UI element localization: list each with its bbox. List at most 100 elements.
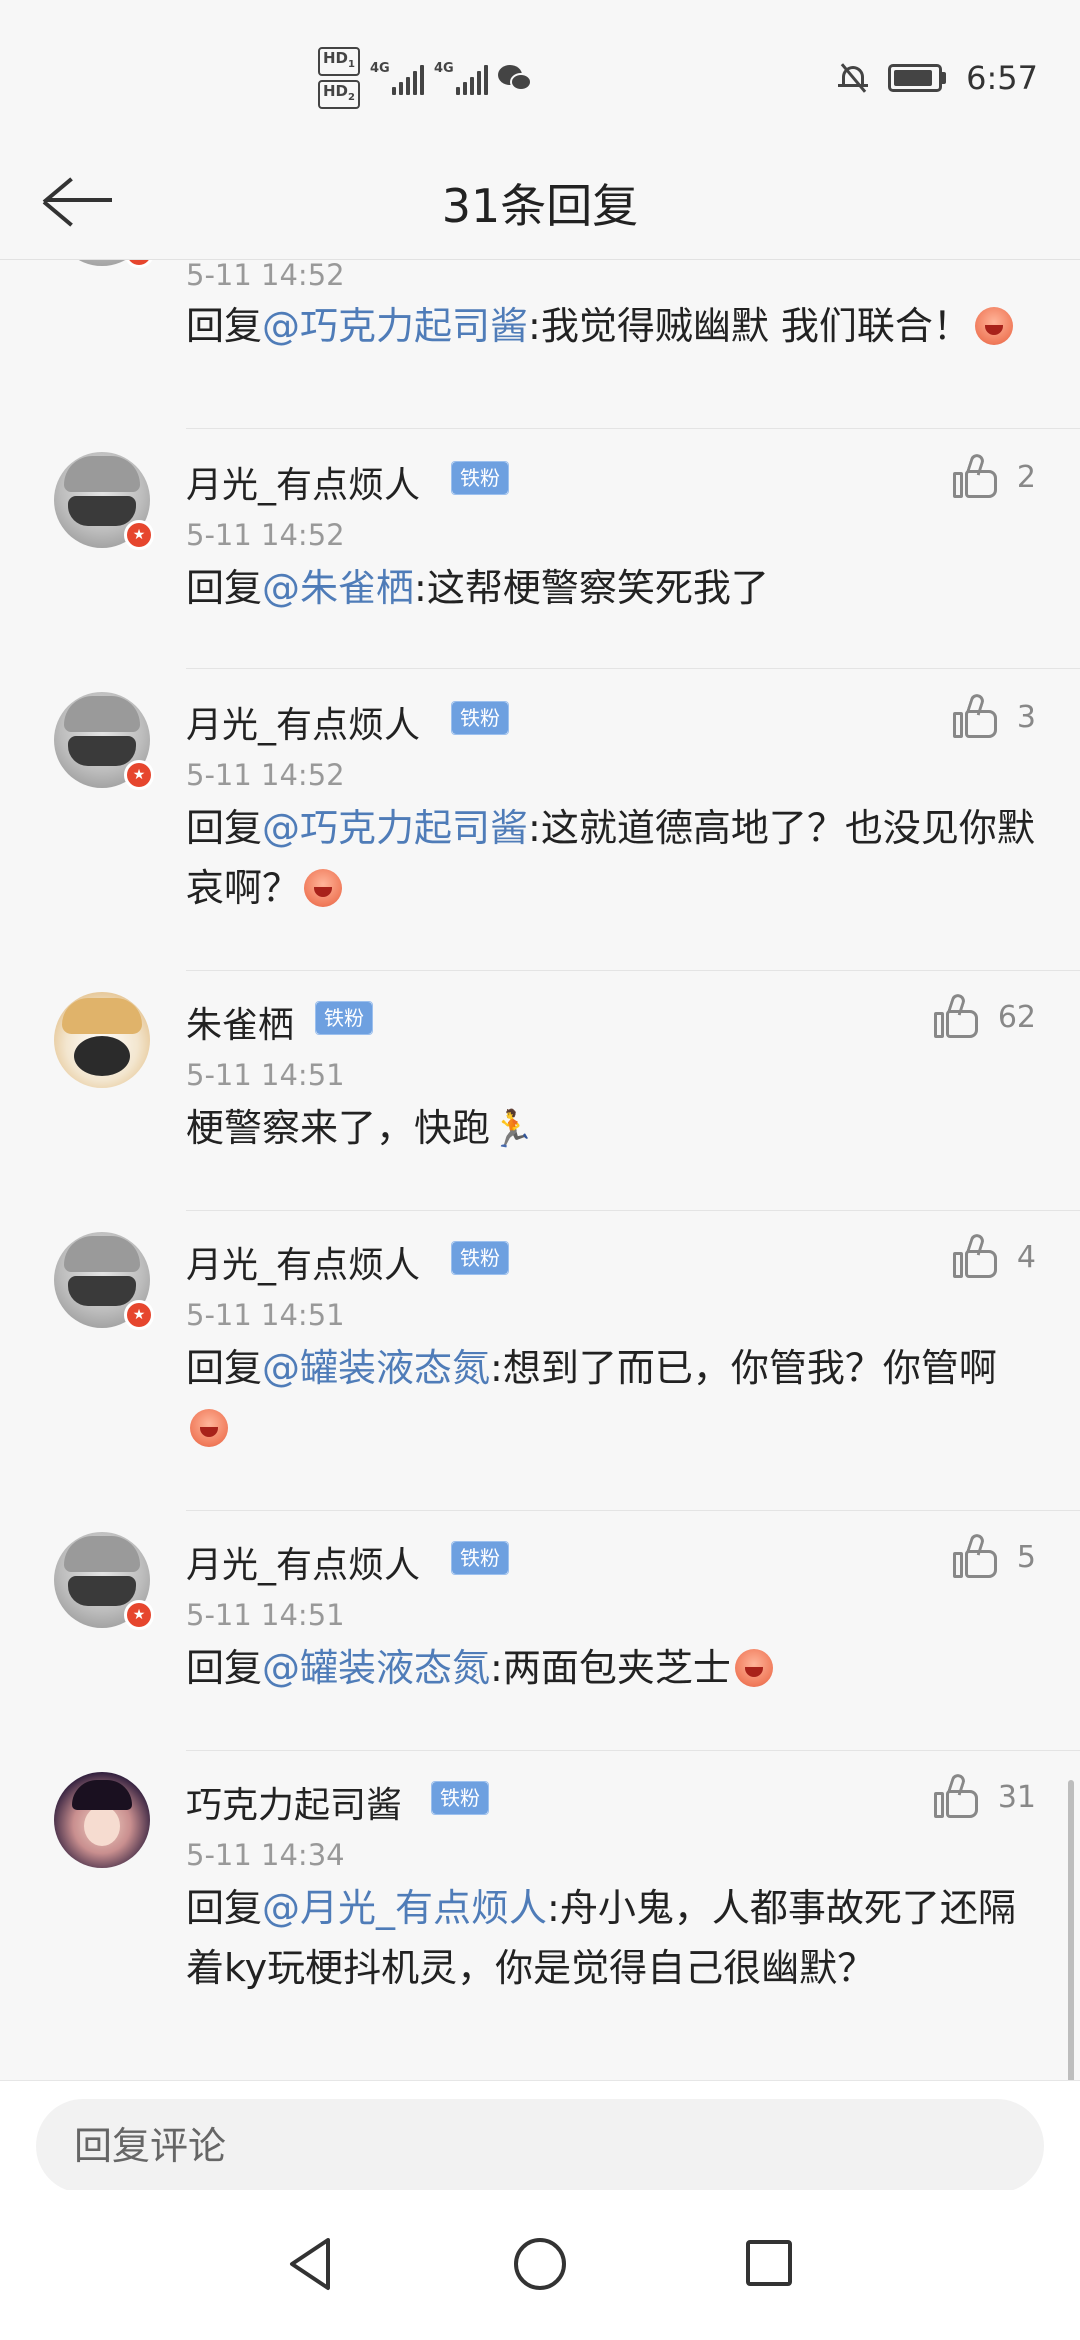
emoji-icon	[974, 307, 1013, 345]
username[interactable]: 月光_有点烦人	[186, 1536, 420, 1588]
net2-label: 4G	[433, 61, 454, 76]
reply-prefix: 回复	[186, 1646, 263, 1690]
comment-item[interactable]: ★ 月光_有点烦人 铁粉 5-11 14:52 回复@巧克力起司酱:这就道德高地…	[0, 670, 1080, 971]
status-left-icons: HD1 HD2 4G 4G	[318, 47, 532, 109]
system-nav-bar	[0, 2190, 1080, 2340]
reply-input-bar: 回复评论	[0, 2080, 1080, 2193]
mention-link[interactable]: @罐装液态氮	[262, 1646, 490, 1690]
username[interactable]: 月光_有点烦人	[186, 1236, 420, 1288]
comment-text[interactable]: 回复@巧克力起司酱:我觉得贼幽默 我们联合！	[186, 296, 1036, 356]
username[interactable]: 巧克力起司酱	[186, 1776, 402, 1828]
status-time: 6:57	[966, 59, 1038, 97]
emoji-icon	[190, 1409, 228, 1447]
vip-badge-icon: ★	[124, 260, 154, 268]
triangle-back-icon[interactable]	[286, 2236, 334, 2292]
fan-badge: 铁粉	[451, 461, 509, 495]
like-count: 4	[1016, 1239, 1036, 1275]
comment-body: 梗警察来了，快跑	[186, 1106, 491, 1150]
like-button[interactable]: 4	[952, 1232, 1036, 1282]
square-recent-icon[interactable]	[746, 2240, 792, 2286]
comment-item[interactable]: ★ 月光_有点烦人 铁粉 5-11 14:51 回复@罐装液态氮:两面包夹芝士 …	[0, 1510, 1080, 1751]
fan-badge: 铁粉	[431, 1781, 489, 1815]
avatar[interactable]: ★	[54, 1532, 154, 1630]
battery-icon	[888, 64, 947, 92]
reply-prefix: 回复	[186, 566, 263, 610]
scrollbar[interactable]	[1068, 1780, 1074, 2080]
bell-muted-icon	[838, 62, 869, 94]
thumbs-up-icon	[952, 1232, 999, 1280]
status-right-icons: 6:57	[838, 50, 1038, 106]
reply-prefix: 回复	[186, 304, 263, 348]
like-count: 3	[1016, 699, 1036, 735]
runner-emoji-icon: 🏃	[490, 1109, 535, 1150]
page-title: 31条回复	[441, 179, 639, 233]
comment-body: :两面包夹芝士	[490, 1646, 731, 1690]
mention-link[interactable]: @朱雀栖	[262, 566, 414, 610]
username[interactable]: 月光_有点烦人	[186, 456, 420, 508]
like-count: 62	[997, 999, 1036, 1035]
circle-home-icon[interactable]	[514, 2238, 566, 2290]
mention-link[interactable]: @巧克力起司酱	[262, 806, 528, 850]
comment-text[interactable]: 回复@巧克力起司酱:这就道德高地了？也没见你默哀啊？	[186, 798, 1036, 918]
net1-label: 4G	[369, 61, 390, 76]
avatar[interactable]: ★	[54, 1232, 154, 1330]
emoji-icon	[734, 1649, 773, 1687]
hd2-icon: HD2	[318, 80, 360, 109]
comment-item[interactable]: ★ 月光_有点烦人 铁粉 5-11 14:51 回复@罐装液态氮:想到了而已，你…	[0, 1210, 1080, 1511]
comment-item[interactable]: 巧克力起司酱 铁粉 5-11 14:34 回复@月光_有点烦人:舟小鬼，人都事故…	[0, 1750, 1080, 2080]
like-button[interactable]: 5	[952, 1532, 1036, 1582]
vip-badge-icon: ★	[124, 1300, 154, 1330]
vip-badge-icon: ★	[124, 1600, 154, 1630]
wechat-icon	[497, 63, 532, 93]
like-count: 5	[1016, 1539, 1036, 1575]
username[interactable]: 朱雀栖	[186, 996, 294, 1048]
comment-text[interactable]: 回复@朱雀栖:这帮梗警察笑死我了	[186, 558, 1036, 618]
thumbs-up-icon	[933, 992, 980, 1040]
reply-prefix: 回复	[186, 806, 263, 850]
comment-body: :这帮梗警察笑死我了	[414, 566, 769, 610]
hd1-icon: HD1	[318, 47, 360, 76]
comment-time: 5-11 14:51	[186, 1598, 345, 1632]
battery-fill	[894, 70, 932, 86]
thumbs-up-icon	[933, 1772, 980, 1820]
comment-text[interactable]: 梗警察来了，快跑🏃	[186, 1098, 1036, 1160]
comment-time: 5-11 14:52	[186, 260, 345, 292]
signal-1-icon: 4G	[370, 61, 424, 95]
like-button[interactable]: 2	[952, 452, 1036, 502]
comment-item[interactable]: ★ 5-11 14:52 回复@巧克力起司酱:我觉得贼幽默 我们联合！	[0, 260, 1080, 429]
avatar[interactable]: ★	[54, 692, 154, 790]
comment-text[interactable]: 回复@罐装液态氮:两面包夹芝士	[186, 1638, 1036, 1698]
mention-link[interactable]: @罐装液态氮	[262, 1346, 490, 1390]
comment-time: 5-11 14:51	[186, 1298, 345, 1332]
thumbs-up-icon	[952, 1532, 999, 1580]
fan-badge: 铁粉	[451, 1541, 509, 1575]
avatar[interactable]	[54, 1772, 150, 1868]
top-app-bar: 31条回复	[0, 140, 1080, 260]
like-count: 2	[1016, 459, 1036, 495]
avatar[interactable]	[54, 992, 150, 1088]
comment-body: :我觉得贼幽默 我们联合！	[528, 304, 971, 348]
hd1-sub: 1	[348, 59, 355, 70]
mention-link[interactable]: @巧克力起司酱	[262, 304, 528, 348]
username[interactable]: 月光_有点烦人	[186, 696, 420, 748]
reply-list[interactable]: ★ 5-11 14:52 回复@巧克力起司酱:我觉得贼幽默 我们联合！ ★ 月光…	[0, 260, 1080, 2080]
fan-badge: 铁粉	[451, 701, 509, 735]
hd2-sub: 2	[348, 92, 355, 103]
hd1-label: HD	[323, 49, 349, 67]
comment-text[interactable]: 回复@罐装液态氮:想到了而已，你管我？你管啊	[186, 1338, 1036, 1458]
like-button[interactable]: 31	[933, 1772, 1036, 1822]
divider	[186, 428, 1080, 429]
comment-item[interactable]: ★ 月光_有点烦人 铁粉 5-11 14:52 回复@朱雀栖:这帮梗警察笑死我了…	[0, 430, 1080, 670]
like-button[interactable]: 62	[933, 992, 1036, 1042]
comment-body: :想到了而已，你管我？你管啊	[490, 1346, 997, 1390]
thumbs-up-icon	[952, 692, 999, 740]
comment-time: 5-11 14:52	[186, 518, 345, 552]
comment-item[interactable]: 朱雀栖 铁粉 5-11 14:51 梗警察来了，快跑🏃 62	[0, 970, 1080, 1211]
reply-comment-input[interactable]: 回复评论	[36, 2099, 1044, 2193]
mention-link[interactable]: @月光_有点烦人	[262, 1886, 547, 1930]
reply-prefix: 回复	[186, 1346, 263, 1390]
avatar[interactable]: ★	[54, 260, 154, 268]
comment-text[interactable]: 回复@月光_有点烦人:舟小鬼，人都事故死了还隔着ky玩梗抖机灵，你是觉得自己很幽…	[186, 1878, 1036, 1998]
like-button[interactable]: 3	[952, 692, 1036, 742]
avatar[interactable]: ★	[54, 452, 154, 550]
